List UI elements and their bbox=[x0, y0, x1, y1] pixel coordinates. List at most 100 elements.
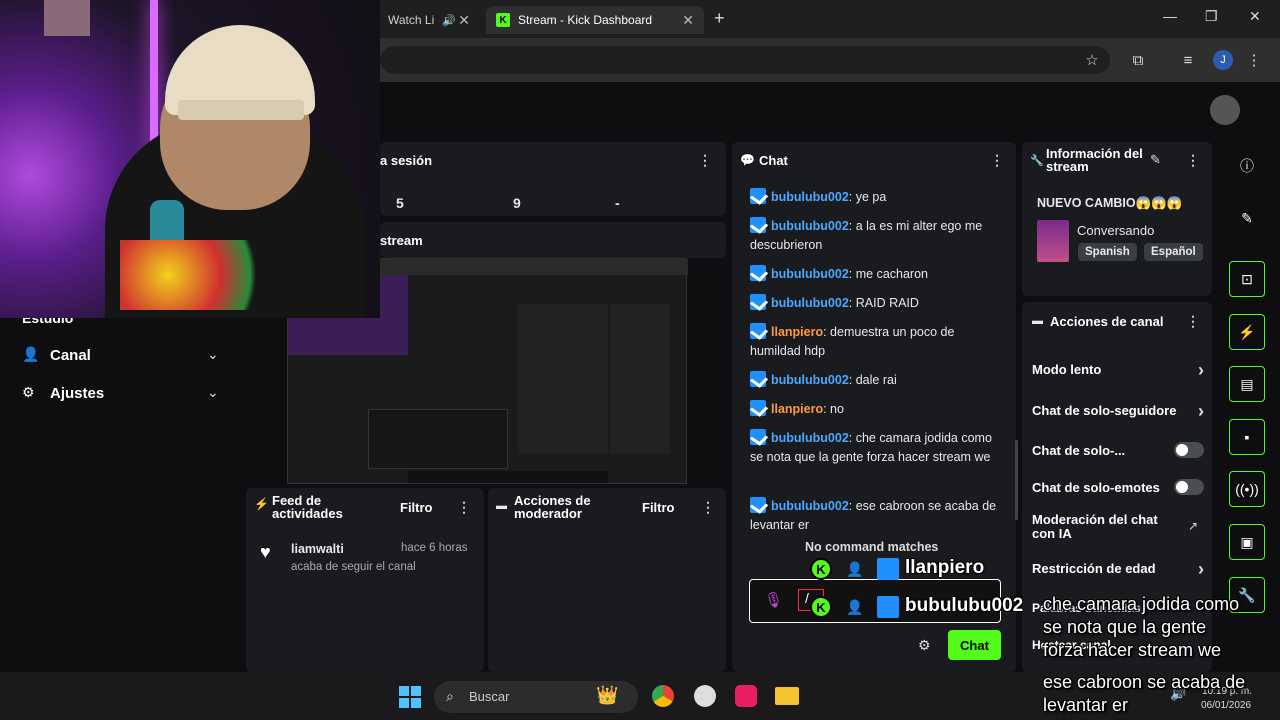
more-options-icon[interactable]: ⋮ bbox=[701, 499, 715, 516]
info-icon[interactable]: ⓘ bbox=[1237, 156, 1257, 176]
moderator-badge-icon bbox=[750, 429, 766, 445]
category-thumbnail[interactable] bbox=[1037, 220, 1069, 262]
action-label: Chat de solo-... bbox=[1032, 443, 1126, 458]
address-field[interactable] bbox=[380, 46, 1110, 74]
edit-pencil-icon[interactable]: ✎ bbox=[1237, 208, 1257, 228]
document-icon: ▬ bbox=[1032, 315, 1043, 327]
broadcast-icon: ((•)) bbox=[1235, 481, 1259, 497]
stream-title-text: NUEVO CAMBIO😱😱😱 bbox=[1037, 196, 1183, 210]
sidebar-item-ajustes[interactable]: Ajustes bbox=[50, 385, 104, 402]
toggle-switch[interactable] bbox=[1174, 442, 1204, 458]
filter-button[interactable]: Filtro bbox=[400, 500, 433, 515]
chat-message: bubulubu002: a la es mi alter ego me des… bbox=[750, 217, 983, 252]
cap-brim bbox=[178, 100, 304, 120]
minimize-icon[interactable]: — bbox=[1163, 8, 1177, 24]
tiktok-icon[interactable] bbox=[735, 685, 757, 707]
tab-kick-dashboard[interactable]: K Stream - Kick Dashboard ✕ bbox=[486, 6, 704, 34]
stream-panel-header: stream bbox=[380, 222, 726, 258]
clock-date[interactable]: 06/01/2026 bbox=[1201, 700, 1251, 711]
tag-chip[interactable]: Español bbox=[1144, 243, 1203, 261]
chat-username[interactable]: bubulubu002 bbox=[771, 499, 849, 513]
moderator-badge-icon bbox=[750, 497, 766, 513]
gear-icon: ⚙ bbox=[22, 384, 35, 400]
crown-icon: 👑 bbox=[596, 685, 619, 705]
more-options-icon[interactable]: ⋮ bbox=[1186, 152, 1200, 169]
chat-scrollbar[interactable] bbox=[1015, 440, 1018, 520]
mod-actions-panel: ▬ Acciones de moderador Filtro ⋮ bbox=[488, 488, 726, 672]
chat-username[interactable]: bubulubu002 bbox=[771, 267, 849, 281]
chat-settings-gear-icon[interactable]: ⚙ bbox=[918, 637, 931, 654]
action-solo-subs: Chat de solo-... bbox=[1032, 442, 1204, 458]
action-solo-emotes: Chat de solo-emotes bbox=[1032, 479, 1204, 495]
tab-watch[interactable]: Watch Li 🔊 ✕ bbox=[378, 6, 480, 34]
extensions-icon[interactable]: ⧉ bbox=[1128, 50, 1148, 70]
chevron-down-icon[interactable]: ⌄ bbox=[207, 384, 219, 401]
kick-badge-icon: K bbox=[810, 596, 832, 618]
chat-text: no bbox=[830, 402, 844, 416]
chat-username[interactable]: bubulubu002 bbox=[771, 431, 849, 445]
overlay-username: bubulubu002 bbox=[905, 595, 1024, 616]
filter-button[interactable]: Filtro bbox=[642, 500, 675, 515]
bolt-button[interactable]: ⚡ bbox=[1229, 314, 1265, 350]
more-options-icon[interactable]: ⋮ bbox=[457, 499, 471, 516]
stream-info-title: Información del stream bbox=[1046, 146, 1143, 174]
session-panel: a sesión ⋮ 5 9 - bbox=[380, 142, 726, 216]
notes-button[interactable]: ▤ bbox=[1229, 366, 1265, 402]
taskbar-search[interactable]: ⌕ Buscar 👑 bbox=[434, 681, 638, 713]
profile-avatar[interactable]: J bbox=[1213, 50, 1233, 70]
sidebar-item-canal[interactable]: Canal bbox=[50, 347, 91, 364]
chat-username[interactable]: bubulubu002 bbox=[771, 373, 849, 387]
chat-message: bubulubu002: RAID RAID bbox=[750, 294, 1000, 313]
webcam-overlay bbox=[0, 0, 380, 318]
action-age-restriction[interactable]: Restricción de edad › bbox=[1032, 559, 1204, 579]
close-window-icon[interactable]: ✕ bbox=[1249, 8, 1261, 25]
action-modo-lento[interactable]: Modo lento › bbox=[1032, 360, 1204, 380]
external-link-icon[interactable]: ↗ bbox=[1188, 519, 1198, 533]
windows-start-icon[interactable] bbox=[399, 686, 421, 708]
tag-chip[interactable]: Spanish bbox=[1078, 243, 1137, 261]
chat-username[interactable]: bubulubu002 bbox=[771, 190, 849, 204]
close-tab-icon[interactable]: ✕ bbox=[682, 12, 694, 29]
send-chat-button[interactable]: Chat bbox=[948, 630, 1001, 660]
more-options-icon[interactable]: ⋮ bbox=[1186, 313, 1200, 330]
new-tab-button[interactable]: + bbox=[714, 8, 725, 29]
close-tab-icon[interactable]: ✕ bbox=[458, 12, 470, 29]
chat-username[interactable]: llanpiero bbox=[771, 402, 823, 416]
action-ai-moderation[interactable]: Moderación del chat con IA bbox=[1032, 513, 1182, 541]
layout-button[interactable]: ▣ bbox=[1229, 524, 1265, 560]
feed-user[interactable]: liamwalti bbox=[291, 542, 344, 556]
chat-username[interactable]: bubulubu002 bbox=[771, 296, 849, 310]
preview-panels bbox=[368, 409, 508, 469]
screenshot-button[interactable]: ⊡ bbox=[1229, 261, 1265, 297]
chat-username[interactable]: bubulubu002 bbox=[771, 219, 849, 233]
bolt-icon: ⚡ bbox=[254, 497, 269, 511]
microphone-icon[interactable]: 🎙 bbox=[764, 591, 783, 609]
tab-label: Stream - Kick Dashboard bbox=[518, 13, 653, 27]
more-options-icon[interactable]: ⋮ bbox=[698, 152, 712, 169]
category-name[interactable]: Conversando bbox=[1077, 223, 1154, 238]
moderator-badge-icon bbox=[877, 558, 899, 580]
session-title: a sesión bbox=[380, 153, 433, 168]
action-solo-seguidores[interactable]: Chat de solo-seguidore › bbox=[1032, 401, 1204, 421]
bookmark-star-icon[interactable]: ☆ bbox=[1082, 50, 1102, 70]
moderator-badge-icon bbox=[750, 294, 766, 310]
subtitle-line: levantar er bbox=[1043, 695, 1129, 715]
browser-menu-icon[interactable]: ⋮ bbox=[1244, 50, 1264, 70]
channel-actions-title: Acciones de canal bbox=[1050, 314, 1164, 329]
toggle-switch[interactable] bbox=[1174, 479, 1204, 495]
file-explorer-icon[interactable] bbox=[775, 687, 799, 705]
kick-logo-icon: K bbox=[496, 13, 510, 27]
edit-pencil-icon[interactable]: ✎ bbox=[1150, 152, 1161, 168]
more-options-icon[interactable]: ⋮ bbox=[990, 152, 1004, 169]
app-icon[interactable] bbox=[694, 685, 716, 707]
restore-icon[interactable]: ❐ bbox=[1205, 8, 1218, 25]
action-label: Restricción de edad bbox=[1032, 561, 1156, 576]
chat-text: ye pa bbox=[855, 190, 887, 204]
media-control-icon[interactable]: ≡ bbox=[1178, 50, 1198, 70]
chevron-down-icon[interactable]: ⌄ bbox=[207, 346, 219, 363]
chrome-icon[interactable] bbox=[652, 685, 674, 707]
user-avatar[interactable] bbox=[1210, 95, 1240, 125]
broadcast-button[interactable]: ((•)) bbox=[1229, 471, 1265, 507]
chat-button[interactable]: ▪ bbox=[1229, 419, 1265, 455]
chat-username[interactable]: llanpiero bbox=[771, 325, 823, 339]
